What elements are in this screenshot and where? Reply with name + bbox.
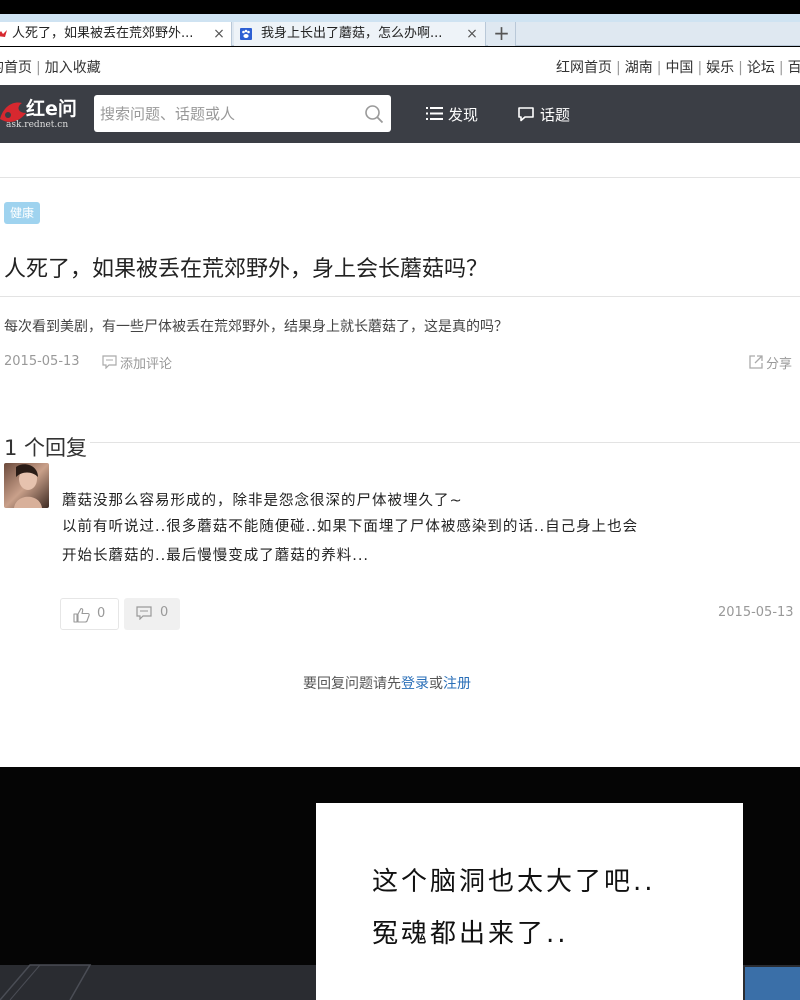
caption-box: 这个脑洞也太大了吧.. 冤魂都出来了.. bbox=[316, 803, 743, 1000]
bookmark-link[interactable]: 加入收藏 bbox=[45, 60, 101, 76]
answer-line: 以前有听说过..很多蘑菇不能随便碰..如果下面埋了尸体被感染到的话..自己身上也… bbox=[62, 519, 639, 535]
search-box bbox=[94, 95, 391, 132]
list-icon bbox=[426, 107, 443, 120]
tab-close-icon[interactable]: × bbox=[212, 22, 226, 46]
avatar[interactable] bbox=[4, 463, 49, 508]
window-frame bbox=[0, 14, 800, 22]
answer-line: 开始长蘑菇的..最后慢慢变成了蘑菇的养料... bbox=[62, 548, 370, 564]
upvote-button[interactable]: 0 bbox=[60, 598, 119, 630]
site-links-right: 红网首页 | 湖南 | 中国 | 娱乐 | 论坛 | 百 bbox=[556, 57, 800, 77]
chat-bubble-icon bbox=[518, 107, 534, 122]
site-logo[interactable]: 红e问 ask.rednet.cn bbox=[0, 91, 96, 137]
nav-topics-label: 话题 bbox=[540, 106, 571, 124]
separator: | bbox=[36, 60, 41, 76]
tab-title: 人死了，如果被丢在荒郊野外... bbox=[12, 26, 194, 41]
login-prompt-prefix: 要回复问题请先 bbox=[303, 676, 401, 692]
hunan-link[interactable]: 湖南 bbox=[625, 60, 653, 76]
home-link[interactable]: 的首页 bbox=[0, 60, 32, 76]
tab-title: 我身上长出了蘑菇，怎么办啊... bbox=[261, 26, 443, 41]
add-comment-label: 添加评论 bbox=[120, 357, 173, 372]
search-input[interactable] bbox=[94, 95, 354, 132]
share-label: 分享 bbox=[766, 357, 793, 372]
tab-active[interactable]: 人死了，如果被丢在荒郊野外... × bbox=[0, 22, 232, 46]
divider bbox=[0, 177, 800, 178]
share-icon bbox=[749, 355, 763, 369]
tab-inactive[interactable]: 我身上长出了蘑菇，怎么办啊... × bbox=[234, 22, 486, 46]
topic-tag[interactable]: 健康 bbox=[4, 202, 41, 224]
upvote-count: 0 bbox=[97, 606, 106, 621]
new-tab-button[interactable]: + bbox=[488, 22, 516, 46]
baidu-paw-icon bbox=[240, 28, 252, 40]
register-link[interactable]: 注册 bbox=[443, 676, 471, 692]
china-link[interactable]: 中国 bbox=[665, 60, 693, 76]
logo-text: 红e问 bbox=[26, 98, 77, 120]
question-description: 每次看到美剧，有一些尸体被丢在荒郊野外，结果身上就长蘑菇了，这是真的吗？ bbox=[4, 319, 508, 335]
rednet-icon bbox=[0, 30, 7, 37]
login-prompt-text: 要回复问题请先登录或注册 bbox=[303, 673, 471, 693]
separator: | bbox=[697, 60, 703, 76]
site-header: 红e问 ask.rednet.cn 发现 话题 bbox=[0, 85, 800, 143]
background-corner bbox=[745, 967, 800, 1000]
more-link[interactable]: 百 bbox=[788, 60, 800, 76]
entertainment-link[interactable]: 娱乐 bbox=[706, 60, 734, 76]
top-black-strip bbox=[0, 0, 800, 14]
answer-date: 2015-05-13 bbox=[718, 605, 794, 620]
thumbs-up-icon bbox=[73, 607, 90, 623]
search-icon[interactable] bbox=[364, 104, 384, 124]
forum-link[interactable]: 论坛 bbox=[747, 60, 775, 76]
question-page: 健康 人死了，如果被丢在荒郊野外，身上会长蘑菇吗？ 每次看到美剧，有一些尸体被丢… bbox=[0, 143, 800, 767]
browser-tab-bar: 人死了，如果被丢在荒郊野外... × 我身上长出了蘑菇，怎么办啊... × + bbox=[0, 22, 800, 46]
nav-discover-label: 发现 bbox=[448, 106, 479, 124]
question-title: 人死了，如果被丢在荒郊野外，身上会长蘑菇吗？ bbox=[4, 257, 489, 282]
rednet-home-link[interactable]: 红网首页 bbox=[556, 60, 612, 76]
caption-line: 这个脑洞也太大了吧.. bbox=[372, 867, 656, 897]
nav-topics[interactable]: 话题 bbox=[517, 104, 577, 126]
comic-panel-screenshot: 人死了，如果被丢在荒郊野外... × 我身上长出了蘑菇，怎么办啊... × + … bbox=[0, 0, 800, 1000]
share-button[interactable]: 分享 bbox=[748, 353, 800, 372]
site-links-left: 的首页|加入收藏 bbox=[0, 57, 101, 77]
login-prompt-or: 或 bbox=[429, 676, 443, 692]
answer-comment-button[interactable]: 0 bbox=[124, 598, 180, 630]
nav-discover[interactable]: 发现 bbox=[426, 104, 486, 126]
separator: | bbox=[616, 60, 621, 76]
tab-close-icon[interactable]: × bbox=[465, 22, 479, 46]
answer-line: 蘑菇没那么容易形成的，除非是怨念很深的尸体被埋久了~ bbox=[62, 493, 463, 509]
divider bbox=[90, 442, 800, 443]
site-top-links: 的首页|加入收藏 红网首页|湖南|中国|娱乐|论坛|百 bbox=[0, 47, 800, 85]
question-date: 2015-05-13 bbox=[4, 354, 80, 369]
comment-icon bbox=[102, 355, 117, 369]
login-link[interactable]: 登录 bbox=[401, 676, 429, 692]
avatar-photo bbox=[4, 463, 49, 508]
background-lines bbox=[0, 964, 92, 1000]
comic-bottom-area: 这个脑洞也太大了吧.. 冤魂都出来了.. bbox=[0, 767, 800, 1000]
caption-line: 冤魂都出来了.. bbox=[372, 919, 569, 949]
comment-icon bbox=[136, 606, 152, 620]
separator: | bbox=[738, 60, 743, 76]
divider bbox=[0, 296, 800, 297]
separator: | bbox=[656, 60, 662, 76]
separator: | bbox=[778, 60, 784, 76]
logo-domain: ask.rednet.cn bbox=[6, 120, 69, 130]
comment-count: 0 bbox=[160, 605, 169, 620]
reply-count: 1 个回复 bbox=[4, 436, 88, 460]
